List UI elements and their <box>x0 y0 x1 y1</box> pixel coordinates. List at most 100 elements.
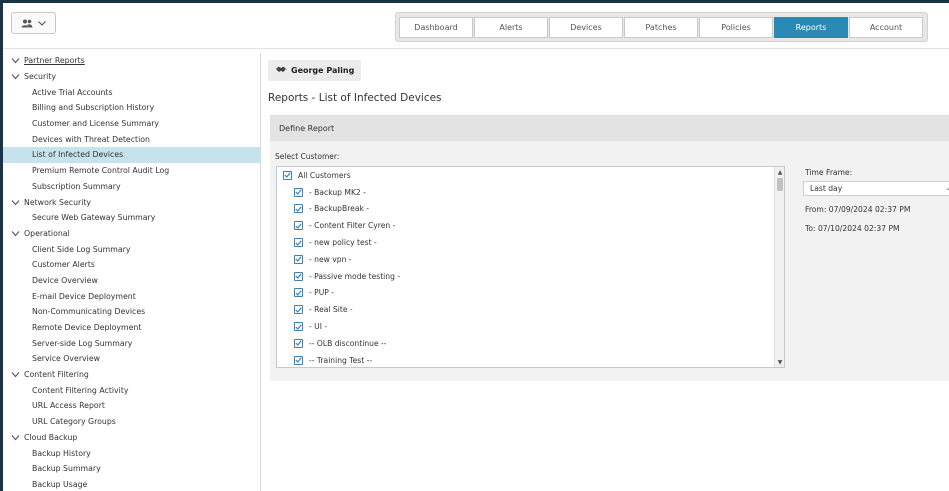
customer-list-scrollbar[interactable]: ▲ ▼ <box>774 167 784 367</box>
sidebar-group-network-security[interactable]: Network Security <box>3 194 260 210</box>
customer-row-new-vpn[interactable]: - new vpn - <box>277 251 784 268</box>
tab-account[interactable]: Account <box>849 17 923 38</box>
customer-label: - Backup MK2 - <box>309 187 366 197</box>
sidebar-item-backup-summary[interactable]: Backup Summary <box>3 461 260 477</box>
scroll-up-arrow-icon[interactable]: ▲ <box>775 167 784 177</box>
sidebar-item-server-side-log-summary[interactable]: Server-side Log Summary <box>3 335 260 351</box>
chevron-down-icon[interactable] <box>11 56 20 65</box>
checkbox[interactable] <box>294 204 303 214</box>
tab-devices[interactable]: Devices <box>549 17 623 38</box>
checkmark-icon <box>295 357 302 364</box>
sidebar-item-devices-with-threat-detection-label: Devices with Threat Detection <box>32 134 150 144</box>
checkbox[interactable] <box>294 288 303 298</box>
sidebar-group-cloud-backup-label: Cloud Backup <box>24 432 78 442</box>
sidebar-group-content-filtering-label: Content Filtering <box>24 370 89 380</box>
checkmark-icon <box>295 340 302 347</box>
sidebar-root-partner-reports[interactable]: Partner Reports <box>3 53 260 69</box>
checkbox[interactable] <box>294 221 303 231</box>
sidebar-item-billing-and-subscription-history[interactable]: Billing and Subscription History <box>3 100 260 116</box>
chevron-down-icon[interactable] <box>11 198 20 207</box>
customer-row-olb-discontinue[interactable]: -- OLB discontinue -- <box>277 335 784 352</box>
checkbox[interactable] <box>294 355 303 365</box>
sidebar-item-client-side-log-summary[interactable]: Client Side Log Summary <box>3 241 260 257</box>
tab-patches[interactable]: Patches <box>624 17 698 38</box>
sidebar-item-url-category-groups-label: URL Category Groups <box>32 417 116 427</box>
sidebar-item-customer-alerts[interactable]: Customer Alerts <box>3 257 260 273</box>
checkbox[interactable] <box>294 305 303 315</box>
sidebar-item-backup-usage[interactable]: Backup Usage <box>3 477 260 491</box>
sidebar-item-device-overview[interactable]: Device Overview <box>3 273 260 289</box>
scroll-thumb[interactable] <box>777 178 783 191</box>
customer-list[interactable]: All Customers - Backup MK2 - - BackupBreak… <box>276 166 785 368</box>
sidebar-item-subscription-summary-label: Subscription Summary <box>32 181 121 191</box>
sidebar-item-e-mail-device-deployment[interactable]: E-mail Device Deployment <box>3 288 260 304</box>
sidebar-item-customer-and-license-summary[interactable]: Customer and License Summary <box>3 116 260 132</box>
sidebar-item-backup-history-label: Backup History <box>32 448 91 458</box>
scroll-down-arrow-icon[interactable]: ▼ <box>775 357 784 367</box>
sidebar-item-secure-web-gateway-summary-label: Secure Web Gateway Summary <box>32 213 156 223</box>
checkbox[interactable] <box>294 322 303 332</box>
sidebar-group-content-filtering[interactable]: Content Filtering <box>3 367 260 383</box>
checkbox[interactable] <box>283 170 292 180</box>
customer-row-pup[interactable]: - PUP - <box>277 285 784 302</box>
customer-row-all-customers[interactable]: All Customers <box>277 167 784 184</box>
time-frame-value: Last day <box>810 184 843 193</box>
sidebar-item-url-access-report-label: URL Access Report <box>32 401 105 411</box>
sidebar-item-url-access-report[interactable]: URL Access Report <box>3 398 260 414</box>
sidebar-item-url-category-groups[interactable]: URL Category Groups <box>3 414 260 430</box>
sidebar: Partner Reports Security Active Trial Acco… <box>3 53 261 491</box>
sidebar-item-subscription-summary[interactable]: Subscription Summary <box>3 179 260 195</box>
customer-label: -- Training Test -- <box>309 355 373 365</box>
customer-row-training-test[interactable]: -- Training Test -- <box>277 352 784 367</box>
checkbox[interactable] <box>294 238 303 248</box>
tab-dashboard[interactable]: Dashboard <box>399 17 473 38</box>
sidebar-item-content-filtering-activity[interactable]: Content Filtering Activity <box>3 382 260 398</box>
handshake-icon <box>276 66 286 75</box>
checkbox[interactable] <box>294 254 303 264</box>
customer-row-passive-mode-testing[interactable]: - Passive mode testing - <box>277 268 784 285</box>
checkbox[interactable] <box>294 187 303 197</box>
sidebar-item-remote-device-deployment-label: Remote Device Deployment <box>32 323 142 333</box>
sidebar-item-backup-history[interactable]: Backup History <box>3 445 260 461</box>
sidebar-item-service-overview[interactable]: Service Overview <box>3 351 260 367</box>
chevron-down-icon[interactable] <box>11 229 20 238</box>
sidebar-group-cloud-backup[interactable]: Cloud Backup <box>3 430 260 446</box>
customer-badge[interactable]: George Paling <box>268 60 361 81</box>
sidebar-item-secure-web-gateway-summary[interactable]: Secure Web Gateway Summary <box>3 210 260 226</box>
sidebar-item-remote-device-deployment[interactable]: Remote Device Deployment <box>3 320 260 336</box>
customer-label: - UI - <box>309 322 328 332</box>
time-frame-label: Time Frame: <box>805 168 853 177</box>
sidebar-item-premium-remote-control-audit-log[interactable]: Premium Remote Control Audit Log <box>3 163 260 179</box>
chevron-down-icon[interactable] <box>11 433 20 442</box>
customer-label: - Real Site - <box>309 305 353 315</box>
user-switch-button[interactable] <box>11 12 56 34</box>
sidebar-item-list-of-infected-devices-label: List of Infected Devices <box>32 150 124 160</box>
time-frame-select[interactable]: Last day ⌄ <box>803 181 949 196</box>
sidebar-item-backup-summary-label: Backup Summary <box>32 464 101 474</box>
checkbox[interactable] <box>294 271 303 281</box>
sidebar-item-devices-with-threat-detection[interactable]: Devices with Threat Detection <box>3 131 260 147</box>
checkmark-icon <box>295 290 302 296</box>
sidebar-item-backup-usage-label: Backup Usage <box>32 479 88 489</box>
sidebar-group-operational[interactable]: Operational <box>3 226 260 242</box>
sidebar-item-list-of-infected-devices[interactable]: List of Infected Devices <box>3 147 260 163</box>
sidebar-item-non-communicating-devices[interactable]: Non-Communicating Devices <box>3 304 260 320</box>
checkmark-icon <box>284 172 291 179</box>
tab-reports[interactable]: Reports <box>774 17 848 38</box>
customer-row-ui[interactable]: - UI - <box>277 318 784 335</box>
sidebar-group-security[interactable]: Security <box>3 69 260 85</box>
customer-label: - BackupBreak - <box>309 204 370 214</box>
checkbox[interactable] <box>294 338 303 348</box>
sidebar-item-server-side-log-summary-label: Server-side Log Summary <box>32 338 133 348</box>
chevron-down-icon[interactable] <box>11 72 20 81</box>
customer-row-real-site[interactable]: - Real Site - <box>277 301 784 318</box>
customer-name: George Paling <box>291 66 355 75</box>
customer-row-backupbreak[interactable]: - BackupBreak - <box>277 201 784 218</box>
tab-alerts[interactable]: Alerts <box>474 17 548 38</box>
tab-policies[interactable]: Policies <box>699 17 773 38</box>
chevron-down-icon[interactable] <box>11 370 20 379</box>
customer-row-content-filter-cyren[interactable]: - Content Filter Cyren - <box>277 217 784 234</box>
customer-row-new-policy-test[interactable]: - new policy test - <box>277 234 784 251</box>
sidebar-item-active-trial-accounts[interactable]: Active Trial Accounts <box>3 84 260 100</box>
customer-row-backup-mk2[interactable]: - Backup MK2 - <box>277 184 784 201</box>
